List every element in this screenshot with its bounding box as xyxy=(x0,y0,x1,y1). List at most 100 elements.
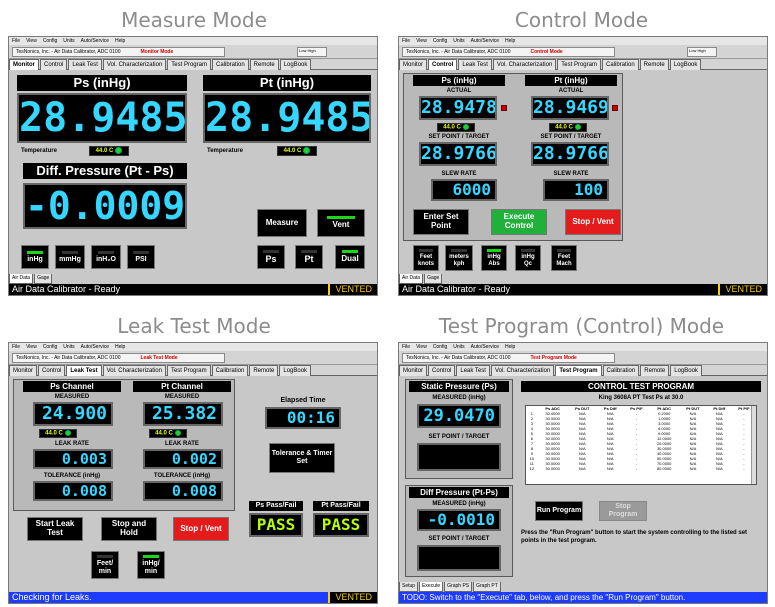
start-leak-test-button[interactable]: Start Leak Test xyxy=(27,517,83,541)
ps-button[interactable]: Ps xyxy=(257,245,285,269)
tab-vol-characterization[interactable]: Vol. Characterization xyxy=(102,59,167,70)
run-program-button[interactable]: Run Program xyxy=(535,501,583,521)
menu-units[interactable]: Units xyxy=(453,38,464,44)
tab-monitor[interactable]: Monitor xyxy=(9,59,39,70)
menu-config[interactable]: Config xyxy=(433,344,447,350)
tab-remote[interactable]: Remote xyxy=(639,59,669,70)
low-high-switch[interactable]: Low High xyxy=(687,47,717,57)
menu-file[interactable]: File xyxy=(402,344,410,350)
tab-monitor[interactable]: Monitor xyxy=(9,365,38,376)
tab-gage[interactable]: Gage xyxy=(34,274,53,284)
tolerance-timer-set-button[interactable]: Tolerance & Timer Set xyxy=(269,443,335,473)
pt-slew-display[interactable]: 100 xyxy=(543,179,609,201)
menu-view[interactable]: View xyxy=(26,38,37,44)
inhg-abs-button[interactable]: inHg Abs xyxy=(481,245,507,271)
tab-logbook[interactable]: LogBook xyxy=(279,59,312,70)
unit-mmhg-button[interactable]: mmHg xyxy=(55,245,85,269)
menu-auto-service[interactable]: Auto/Service xyxy=(81,344,109,350)
menu-config[interactable]: Config xyxy=(43,38,57,44)
menu-help[interactable]: Help xyxy=(115,344,125,350)
stop-vent-button[interactable]: Stop / Vent xyxy=(565,209,621,235)
tab-graph-ps[interactable]: Graph PS xyxy=(444,582,473,592)
menu-view[interactable]: View xyxy=(416,344,427,350)
tab-monitor[interactable]: Monitor xyxy=(399,59,428,70)
menu-units[interactable]: Units xyxy=(453,344,464,350)
enter-set-point-button[interactable]: Enter Set Point xyxy=(413,209,469,235)
tab-vol-characterization[interactable]: Vol. Characterization xyxy=(492,59,557,70)
measure-button[interactable]: Measure xyxy=(257,209,307,237)
tab-control[interactable]: Control xyxy=(38,365,66,376)
menu-units[interactable]: Units xyxy=(63,38,74,44)
ps-setpoint-display[interactable]: 28.9766 xyxy=(419,142,497,166)
feet-knots-button[interactable]: Feet knots xyxy=(413,245,439,271)
tab-setup[interactable]: Setup xyxy=(399,582,419,592)
ps-slew-display[interactable]: 6000 xyxy=(431,179,497,201)
tab-graph-pt[interactable]: Graph PT xyxy=(473,582,501,592)
table-scrollbar[interactable] xyxy=(751,406,756,484)
inhg-per-min-button[interactable]: inHg/ min xyxy=(137,551,165,579)
tab-logbook[interactable]: LogBook xyxy=(670,365,702,376)
tab-calibration[interactable]: Calibration xyxy=(211,59,249,70)
stop-program-button[interactable]: Stop Program xyxy=(599,501,647,521)
menu-help[interactable]: Help xyxy=(115,38,125,44)
tab-monitor[interactable]: Monitor xyxy=(399,365,428,376)
stop-and-hold-button[interactable]: Stop and Hold xyxy=(101,517,157,541)
pt-button[interactable]: Pt xyxy=(295,245,323,269)
tab-execute[interactable]: Execute xyxy=(419,582,444,592)
menu-view[interactable]: View xyxy=(416,38,427,44)
menu-config[interactable]: Config xyxy=(43,344,57,350)
tab-vol-characterization[interactable]: Vol. Characterization xyxy=(102,365,166,376)
pt-setpoint-display[interactable]: 28.9766 xyxy=(531,142,609,166)
menu-auto-service[interactable]: Auto/Service xyxy=(81,38,109,44)
unit-inhg-button[interactable]: inHg xyxy=(21,245,49,269)
low-high-switch[interactable]: Low High xyxy=(297,47,327,57)
tab-test-program[interactable]: Test Program xyxy=(555,365,602,376)
stop-vent-button[interactable]: Stop / Vent xyxy=(173,517,229,541)
inhg-qc-button[interactable]: inHg Qc xyxy=(515,245,541,271)
tab-logbook[interactable]: LogBook xyxy=(279,365,312,376)
tab-remote[interactable]: Remote xyxy=(249,365,279,376)
tab-air-data[interactable]: Air Data xyxy=(9,274,34,284)
menu-units[interactable]: Units xyxy=(63,344,74,350)
tab-leak-test[interactable]: Leak Test xyxy=(68,59,102,70)
menu-file[interactable]: File xyxy=(402,38,410,44)
unit-psi-button[interactable]: PSI xyxy=(127,245,155,269)
dual-button[interactable]: Dual xyxy=(335,245,365,269)
tab-logbook[interactable]: LogBook xyxy=(669,59,702,70)
tab-vol-characterization[interactable]: Vol. Characterization xyxy=(490,365,555,376)
execute-control-button[interactable]: Execute Control xyxy=(491,209,547,235)
program-table[interactable]: Ps ADC Ps DUT Ps Diff Ps P/F Pt ADC Pt DUT Pt … xyxy=(525,405,757,485)
tab-remote[interactable]: Remote xyxy=(640,365,670,376)
tab-leak-test[interactable]: Leak Test xyxy=(458,59,492,70)
menu-help[interactable]: Help xyxy=(505,38,515,44)
tab-calibration[interactable]: Calibration xyxy=(602,365,640,376)
table-row[interactable]: 12 30.0000 N/A N/A -80.0000 N/A N/A - xyxy=(526,466,756,471)
tab-test-program[interactable]: Test Program xyxy=(167,59,211,70)
menu-auto-service[interactable]: Auto/Service xyxy=(471,38,499,44)
tab-leak-test[interactable]: Leak Test xyxy=(456,365,490,376)
feet-per-min-button[interactable]: Feet/ min xyxy=(91,551,119,579)
tab-control[interactable]: Control xyxy=(40,59,68,70)
tab-leak-test[interactable]: Leak Test xyxy=(66,365,102,376)
tab-control[interactable]: Control xyxy=(428,59,458,70)
tab-test-program[interactable]: Test Program xyxy=(166,365,211,376)
tab-calibration[interactable]: Calibration xyxy=(211,365,249,376)
menu-file[interactable]: File xyxy=(12,344,20,350)
menu-file[interactable]: File xyxy=(12,38,20,44)
tab-remote[interactable]: Remote xyxy=(249,59,279,70)
menu-help[interactable]: Help xyxy=(505,344,515,350)
tab-air-data[interactable]: Air Data xyxy=(399,274,424,284)
menu-auto-service[interactable]: Auto/Service xyxy=(471,344,499,350)
pt-slew-label: SLEW RATE xyxy=(553,171,589,177)
tab-test-program[interactable]: Test Program xyxy=(557,59,601,70)
menu-view[interactable]: View xyxy=(26,344,37,350)
tab-calibration[interactable]: Calibration xyxy=(601,59,639,70)
vent-button[interactable]: Vent xyxy=(317,209,365,237)
menu-config[interactable]: Config xyxy=(433,38,447,44)
tab-gage[interactable]: Gage xyxy=(424,274,443,284)
mode-label: Test Program Mode xyxy=(530,355,577,361)
tab-control[interactable]: Control xyxy=(428,365,456,376)
unit-inh2o-button[interactable]: inH₂O xyxy=(91,245,121,269)
feet-mach-button[interactable]: Feet Mach xyxy=(551,245,577,271)
meters-kph-button[interactable]: meters kph xyxy=(445,245,473,271)
